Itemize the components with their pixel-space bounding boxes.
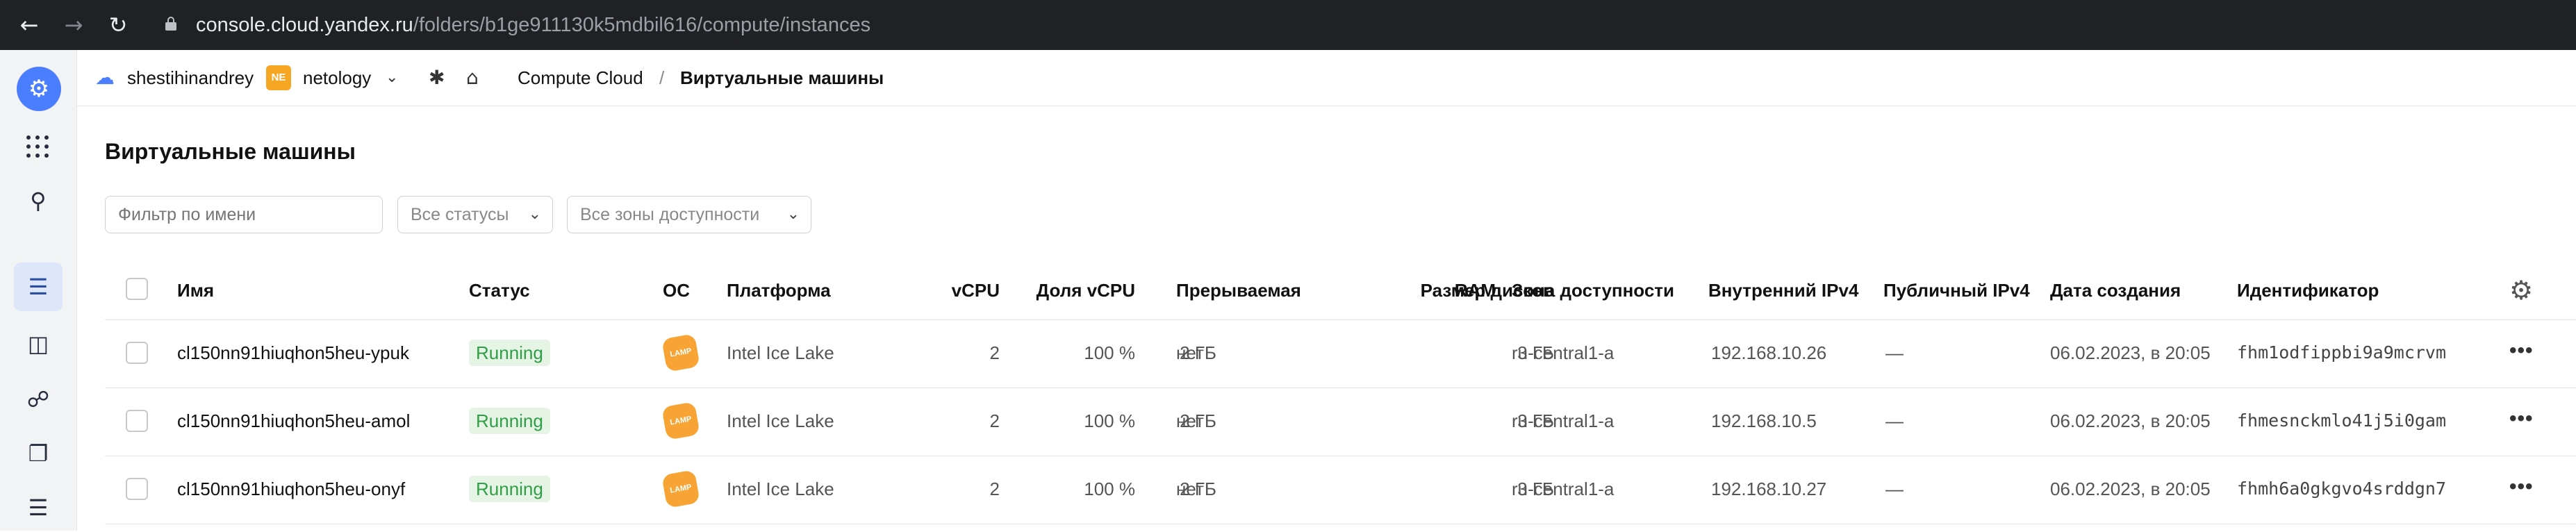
status-filter-select[interactable]: Все статусы ⌄ (397, 196, 553, 233)
console-header: ☁ shestihinandrey NE netology ⌄ ✱ ⌂ Comp… (77, 50, 2576, 106)
zone-filter-value: Все зоны доступности (580, 205, 760, 224)
address-bar[interactable]: console.cloud.yandex.ru/folders/b1ge9111… (196, 13, 870, 38)
url-host: console.cloud.yandex.ru (196, 14, 413, 36)
vm-vcpu: 2 (989, 342, 1000, 363)
vm-created: 06.02.2023, в 20:05 (2050, 342, 2211, 363)
sidebar-item-virtual-machines-icon[interactable]: ☰ (14, 263, 63, 311)
page-title: Виртуальные машины (105, 139, 356, 164)
vm-internal-ip: 192.168.10.5 (1711, 410, 1817, 431)
chevron-down-icon[interactable]: ⌄ (386, 65, 398, 90)
vm-preemptible: нет (1176, 479, 1204, 499)
vm-name[interactable]: cl150nn91hiuqhon5heu-onyf (177, 476, 405, 501)
search-icon[interactable]: ⚲ (14, 176, 63, 225)
vm-created: 06.02.2023, в 20:05 (2050, 479, 2211, 499)
sidebar-item-images-icon[interactable]: ❐ (14, 429, 63, 478)
row-checkbox[interactable] (126, 410, 148, 432)
column-header-internal-ip[interactable]: Внутренний IPv4 (1708, 278, 1858, 303)
lamp-os-icon: LAMP (661, 401, 700, 440)
forward-arrow-icon[interactable]: → (61, 13, 86, 38)
vm-zone: ru-central1-a (1512, 410, 1615, 431)
vm-name[interactable]: cl150nn91hiuqhon5heu-amol (177, 408, 410, 433)
url-path: /folders/b1ge911130k5mdbil616/compute/in… (413, 14, 871, 36)
column-header-vcpu[interactable]: vCPU (869, 278, 1000, 303)
services-grid-icon[interactable] (25, 134, 50, 159)
row-actions-more-icon[interactable]: ••• (2509, 407, 2534, 431)
vm-created: 06.02.2023, в 20:05 (2050, 410, 2211, 431)
breadcrumb-current: Виртуальные машины (680, 67, 884, 88)
breadcrumb-separator: / (659, 67, 665, 88)
table-row[interactable]: cl150nn91hiuqhon5heu-amol Running LAMP I… (105, 388, 2576, 456)
column-header-platform[interactable]: Платформа (727, 278, 831, 303)
services-hub-icon[interactable]: ✱ (429, 65, 445, 90)
zone-filter-select[interactable]: Все зоны доступности ⌄ (567, 196, 811, 233)
status-filter-value: Все статусы (411, 205, 509, 224)
column-header-public-ip[interactable]: Публичный IPv4 (1883, 278, 2030, 303)
vm-id: fhmh6a0gkgvo4srddgn7 (2237, 479, 2447, 499)
status-badge: Running (469, 476, 550, 502)
vm-zone: ru-central1-a (1512, 342, 1615, 363)
cloud-account[interactable]: shestihinandrey (127, 65, 254, 90)
column-header-created[interactable]: Дата создания (2050, 278, 2181, 303)
column-header-id[interactable]: Идентификатор (2237, 278, 2379, 303)
vm-platform: Intel Ice Lake (727, 410, 834, 431)
console-logo-icon[interactable]: ⚙ (17, 67, 61, 111)
vm-public-ip: — (1885, 342, 1904, 363)
vm-platform: Intel Ice Lake (727, 479, 834, 499)
column-header-zone[interactable]: Зона доступности (1512, 278, 1674, 303)
vm-public-ip: — (1885, 410, 1904, 431)
table-row[interactable]: cl150nn91hiuqhon5heu-onyf Running LAMP I… (105, 456, 2576, 524)
row-actions-more-icon[interactable]: ••• (2509, 475, 2534, 499)
vm-preemptible: нет (1176, 342, 1204, 363)
folder-badge: NE (266, 65, 291, 90)
column-header-name[interactable]: Имя (177, 278, 214, 303)
status-badge: Running (469, 408, 550, 434)
browser-toolbar: ← → ↻ console.cloud.yandex.ru/folders/b1… (0, 0, 2576, 50)
vm-vcpu: 2 (989, 479, 1000, 499)
lamp-os-icon: LAMP (661, 469, 700, 508)
vm-internal-ip: 192.168.10.26 (1711, 342, 1827, 363)
chevron-down-icon: ⌄ (528, 206, 541, 223)
breadcrumb-service[interactable]: Compute Cloud (518, 65, 643, 90)
vm-id: fhm1odfippbi9a9mcrvm (2237, 342, 2447, 363)
vm-name[interactable]: cl150nn91hiuqhon5heu-ypuk (177, 340, 409, 365)
sidebar-item-placement-groups-icon[interactable]: ☍ (14, 375, 63, 424)
vm-preemptible: нет (1176, 410, 1204, 431)
row-checkbox[interactable] (126, 342, 148, 364)
status-badge: Running (469, 340, 550, 366)
column-header-vcpu-share[interactable]: Доля vCPU (1008, 278, 1135, 303)
cloud-icon: ☁ (95, 66, 115, 89)
folder-selector[interactable]: netology (303, 65, 371, 90)
vm-vcpu: 2 (989, 410, 1000, 431)
lock-icon[interactable] (165, 17, 176, 31)
sidebar-item-disks-icon[interactable]: ◫ (14, 319, 63, 368)
vm-id: fhmesnckmlo41j5i0gam (2237, 410, 2447, 431)
back-arrow-icon[interactable]: ← (17, 13, 42, 38)
vm-zone: ru-central1-a (1512, 479, 1615, 499)
column-header-status[interactable]: Статус (469, 278, 530, 303)
table-header: Имя Статус ОС Платформа vCPU Доля vCPU R… (105, 261, 2576, 320)
row-actions-more-icon[interactable]: ••• (2509, 339, 2534, 363)
select-all-checkbox[interactable] (126, 278, 148, 300)
home-icon[interactable]: ⌂ (466, 65, 479, 90)
column-header-os[interactable]: ОС (663, 278, 690, 303)
vm-internal-ip: 192.168.10.27 (1711, 479, 1827, 499)
vm-public-ip: — (1885, 479, 1904, 499)
reload-icon[interactable]: ↻ (106, 13, 131, 38)
chevron-down-icon: ⌄ (786, 206, 800, 223)
name-filter-input[interactable] (105, 196, 383, 233)
row-checkbox[interactable] (126, 478, 148, 500)
lamp-os-icon: LAMP (661, 333, 700, 372)
table-row[interactable]: cl150nn91hiuqhon5heu-ypuk Running LAMP I… (105, 319, 2576, 388)
column-header-preemptible[interactable]: Прерываемая (1176, 278, 1301, 303)
vm-platform: Intel Ice Lake (727, 342, 834, 363)
sidebar-item-snapshots-icon[interactable]: ☰ (14, 483, 63, 532)
table-settings-gear-icon[interactable]: ⚙ (2509, 275, 2533, 306)
